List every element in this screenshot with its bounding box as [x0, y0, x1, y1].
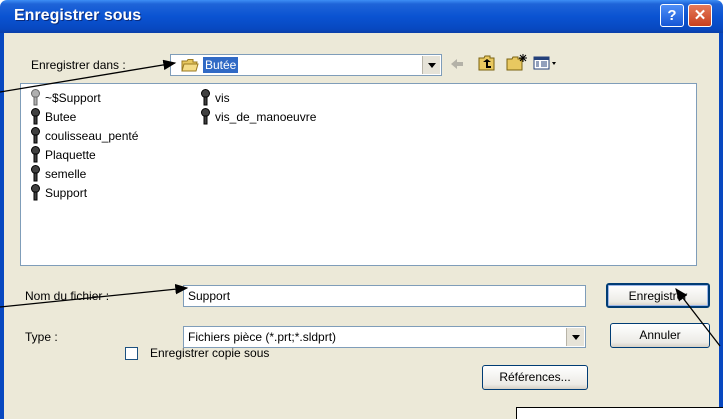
save-in-combo[interactable]: Butée	[170, 54, 442, 76]
list-item[interactable]: Plaquette	[30, 145, 138, 164]
save-copy-label: Enregistrer copie sous	[150, 346, 270, 360]
part-file-icon	[200, 89, 211, 106]
filename-label: Nom du fichier :	[25, 289, 110, 303]
part-file-icon	[30, 165, 41, 182]
cancel-button[interactable]: Annuler	[610, 323, 710, 348]
callout-box	[516, 407, 723, 419]
file-name: ~$Support	[45, 90, 101, 105]
list-item[interactable]: coulisseau_penté	[30, 126, 138, 145]
file-list[interactable]: ~$Support Butee coulisseau_penté Plaquet…	[20, 83, 697, 266]
save-button[interactable]: Enregistrer	[606, 283, 710, 308]
window-frame-right	[719, 33, 723, 419]
file-name: vis_de_manoeuvre	[215, 109, 317, 124]
type-combo[interactable]: Fichiers pièce (*.prt;*.sldprt)	[183, 326, 586, 348]
view-menu-icon[interactable]	[533, 56, 559, 73]
file-name: Support	[45, 185, 88, 200]
save-as-dialog: Enregistrer sous ? ✕ Enregistrer dans : …	[0, 0, 723, 419]
folder-open-icon	[181, 58, 199, 75]
references-button[interactable]: Références...	[482, 365, 588, 390]
type-value: Fichiers pièce (*.prt;*.sldprt)	[188, 330, 337, 344]
type-label: Type :	[25, 330, 58, 344]
chevron-down-icon[interactable]	[422, 56, 440, 74]
file-name: Butee	[45, 109, 77, 124]
file-name: semelle	[45, 166, 87, 181]
list-item[interactable]: Support	[30, 183, 138, 202]
list-item[interactable]: ~$Support	[30, 88, 138, 107]
left-margin	[0, 33, 4, 419]
back-arrow-icon[interactable]	[449, 57, 465, 74]
save-copy-checkbox[interactable]	[125, 347, 138, 360]
filename-input[interactable]: Support	[183, 285, 586, 307]
list-item[interactable]: semelle	[30, 164, 138, 183]
file-name: Plaquette	[45, 147, 96, 162]
help-button[interactable]: ?	[660, 4, 684, 27]
chevron-down-icon[interactable]	[566, 328, 584, 346]
file-name: vis	[215, 90, 230, 105]
list-item[interactable]: Butee	[30, 107, 138, 126]
part-file-icon	[30, 127, 41, 144]
part-file-icon	[30, 146, 41, 163]
list-item[interactable]: vis	[200, 88, 316, 107]
part-file-icon	[30, 184, 41, 201]
part-file-icon	[200, 108, 211, 125]
up-folder-icon[interactable]	[478, 55, 496, 74]
file-list-column: ~$Support Butee coulisseau_penté Plaquet…	[30, 88, 138, 202]
list-item[interactable]: vis_de_manoeuvre	[200, 107, 316, 126]
save-in-folder-text: Butée	[203, 57, 239, 73]
dialog-title: Enregistrer sous	[14, 7, 142, 24]
part-file-icon	[30, 89, 41, 106]
close-button[interactable]: ✕	[688, 4, 712, 27]
save-in-label: Enregistrer dans :	[31, 58, 126, 72]
new-folder-icon[interactable]	[506, 53, 528, 74]
part-file-icon	[30, 108, 41, 125]
title-bar[interactable]: Enregistrer sous ? ✕	[0, 0, 723, 33]
file-name: coulisseau_penté	[45, 128, 139, 143]
filename-value: Support	[188, 289, 231, 303]
file-list-column: vis vis_de_manoeuvre	[200, 88, 316, 126]
